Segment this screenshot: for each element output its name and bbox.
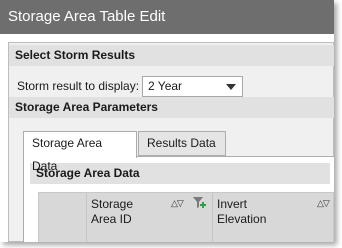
storage-area-id-label-line2: Area ID xyxy=(91,212,132,226)
filter-add-icon[interactable] xyxy=(192,196,206,210)
storage-area-data-header: Storage Area Data xyxy=(30,163,330,184)
chevron-down-icon xyxy=(226,84,236,90)
row-header-column[interactable] xyxy=(39,193,87,242)
invert-elevation-label-line2: Elevation xyxy=(217,212,267,226)
sort-asc-desc-icon[interactable]: △▽ xyxy=(171,196,184,211)
column-header-invert-elevation[interactable]: Invert Elevation △▽ xyxy=(213,193,334,242)
storage-area-parameters-header: Storage Area Parameters xyxy=(9,97,334,118)
tab-results-data[interactable]: Results Data xyxy=(138,131,226,156)
storm-result-select[interactable]: 2 Year xyxy=(142,76,243,97)
storage-area-table-edit-window: Storage Area Table Edit Select Storm Res… xyxy=(0,0,334,242)
storm-result-label: Storm result to display: xyxy=(17,79,140,93)
storage-area-id-label-line1: Storage xyxy=(91,197,134,211)
dialog-content: Select Storm Results Storm result to dis… xyxy=(8,42,334,242)
storm-result-selected-value: 2 Year xyxy=(148,79,183,93)
storage-area-data-panel: Storage Area Data Storage Area ID △▽ Inv… xyxy=(23,156,334,242)
storage-area-grid: Storage Area ID △▽ Invert Elevation △▽ xyxy=(38,192,334,242)
sort-asc-desc-icon[interactable]: △▽ xyxy=(317,196,330,211)
invert-elevation-label-line1: Invert xyxy=(217,197,248,211)
window-title: Storage Area Table Edit xyxy=(0,0,334,34)
select-storm-results-header: Select Storm Results xyxy=(9,45,334,66)
column-header-storage-area-id[interactable]: Storage Area ID △▽ xyxy=(87,193,213,242)
tab-storage-area-data[interactable]: Storage Area Data xyxy=(23,131,137,173)
